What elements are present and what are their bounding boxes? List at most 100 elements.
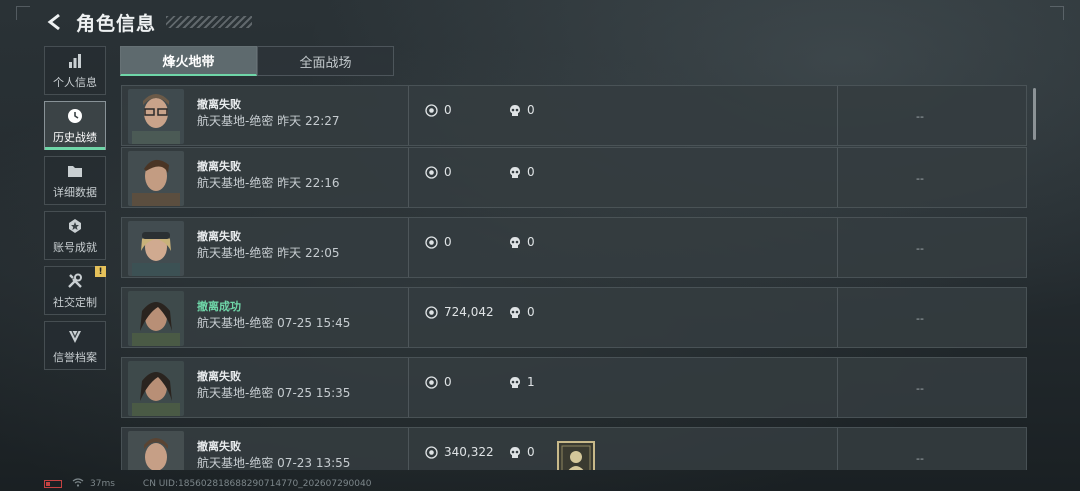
sidebar-item-label: 社交定制 bbox=[53, 295, 97, 309]
back-button[interactable] bbox=[44, 11, 66, 33]
coin-icon bbox=[425, 305, 438, 319]
map-name: 航天基地-绝密 bbox=[197, 456, 274, 470]
tab-allout-warfare[interactable]: 全面战场 bbox=[257, 46, 394, 76]
column-divider bbox=[837, 288, 838, 347]
kill-count: 0 bbox=[527, 445, 535, 459]
match-row[interactable]: 撤离失败 航天基地-绝密 07-25 15:35 0 1 -- bbox=[121, 357, 1027, 418]
coin-icon bbox=[425, 445, 438, 459]
map-and-time: 航天基地-绝密 07-25 15:35 bbox=[197, 384, 350, 401]
clock-icon bbox=[66, 107, 84, 125]
match-time: 07-23 13:55 bbox=[277, 456, 351, 470]
match-row[interactable]: 撤离成功 航天基地-绝密 07-25 15:45 724,042 0 -- bbox=[121, 287, 1027, 348]
column-divider bbox=[837, 86, 838, 145]
tab-firezone[interactable]: 烽火地带 bbox=[120, 46, 257, 76]
kill-count: 0 bbox=[527, 305, 535, 319]
skull-icon bbox=[508, 104, 521, 117]
ping-value: 37ms bbox=[90, 479, 115, 489]
rating-value: -- bbox=[916, 382, 924, 395]
frame-corner bbox=[1050, 6, 1064, 20]
skull-icon bbox=[508, 306, 521, 319]
operator-avatar bbox=[128, 89, 184, 144]
kills-stat: 0 bbox=[508, 103, 535, 117]
kill-count: 0 bbox=[527, 103, 535, 117]
extraction-result: 撤离失败 bbox=[197, 98, 241, 111]
column-divider bbox=[837, 358, 838, 417]
value-stat: 0 bbox=[425, 235, 452, 249]
operator-avatar bbox=[128, 221, 184, 276]
loot-value: 724,042 bbox=[444, 305, 494, 319]
match-time: 07-25 15:35 bbox=[277, 386, 351, 400]
title-decoration bbox=[166, 16, 253, 28]
value-stat: 0 bbox=[425, 375, 452, 389]
extraction-result: 撤离失败 bbox=[197, 370, 241, 383]
match-history-list: 撤离失败 航天基地-绝密 昨天 22:27 0 0 -- 撤离失败 航天基地-绝… bbox=[121, 85, 1029, 470]
operator-avatar bbox=[128, 431, 184, 470]
sidebar-item-achievements[interactable]: 账号成就 bbox=[44, 211, 106, 260]
shield-diamond-icon bbox=[66, 327, 84, 345]
rating-value: -- bbox=[916, 172, 924, 185]
sidebar-item-label: 账号成就 bbox=[53, 240, 97, 254]
match-time: 07-25 15:45 bbox=[277, 316, 351, 330]
rating-value: -- bbox=[916, 242, 924, 255]
skull-icon bbox=[508, 236, 521, 249]
map-name: 航天基地-绝密 bbox=[197, 114, 274, 128]
sidebar-item-personal-info[interactable]: 个人信息 bbox=[44, 46, 106, 95]
map-and-time: 航天基地-绝密 07-25 15:45 bbox=[197, 314, 350, 331]
kills-stat: 1 bbox=[508, 375, 535, 389]
map-name: 航天基地-绝密 bbox=[197, 246, 274, 260]
sidebar: 个人信息 历史战绩 详细数据 账号成就 ! 社交定制 信誉档案 bbox=[44, 46, 106, 376]
skull-icon bbox=[508, 446, 521, 459]
column-divider bbox=[408, 358, 409, 417]
header: 角色信息 bbox=[44, 8, 253, 36]
notification-badge: ! bbox=[95, 266, 106, 277]
map-and-time: 航天基地-绝密 昨天 22:16 bbox=[197, 174, 340, 191]
map-name: 航天基地-绝密 bbox=[197, 316, 274, 330]
tools-icon bbox=[66, 272, 84, 290]
back-arrow-icon bbox=[47, 13, 60, 31]
coin-icon bbox=[425, 235, 438, 249]
medal-icon bbox=[66, 217, 84, 235]
rank-emblem-icon bbox=[556, 440, 596, 470]
rating-value: -- bbox=[916, 110, 924, 123]
match-row[interactable]: 撤离失败 航天基地-绝密 07-23 13:55 340,322 0 -- bbox=[121, 427, 1027, 470]
battery-icon bbox=[44, 480, 62, 488]
loot-value: 0 bbox=[444, 375, 452, 389]
extraction-result: 撤离失败 bbox=[197, 230, 241, 243]
kills-stat: 0 bbox=[508, 445, 535, 459]
sidebar-item-history[interactable]: 历史战绩 bbox=[44, 101, 106, 150]
coin-icon bbox=[425, 375, 438, 389]
match-time: 昨天 22:05 bbox=[277, 246, 340, 260]
kill-count: 0 bbox=[527, 165, 535, 179]
operator-avatar bbox=[128, 151, 184, 206]
match-row[interactable]: 撤离失败 航天基地-绝密 昨天 22:05 0 0 -- bbox=[121, 217, 1027, 278]
operator-avatar bbox=[128, 361, 184, 416]
sidebar-item-detailed-data[interactable]: 详细数据 bbox=[44, 156, 106, 205]
list-scrollbar[interactable] bbox=[1033, 88, 1036, 140]
sidebar-item-label: 详细数据 bbox=[53, 185, 97, 199]
value-stat: 0 bbox=[425, 103, 452, 117]
kills-stat: 0 bbox=[508, 165, 535, 179]
map-name: 航天基地-绝密 bbox=[197, 386, 274, 400]
rating-value: -- bbox=[916, 452, 924, 465]
match-row[interactable]: 撤离失败 航天基地-绝密 昨天 22:16 0 0 -- bbox=[121, 147, 1027, 208]
extraction-result: 撤离成功 bbox=[197, 300, 241, 313]
folder-icon bbox=[66, 162, 84, 180]
map-and-time: 航天基地-绝密 昨天 22:05 bbox=[197, 244, 340, 261]
extraction-result: 撤离失败 bbox=[197, 440, 241, 453]
skull-icon bbox=[508, 376, 521, 389]
frame-corner bbox=[16, 6, 30, 20]
column-divider bbox=[837, 148, 838, 207]
kill-count: 1 bbox=[527, 375, 535, 389]
coin-icon bbox=[425, 165, 438, 179]
bar-chart-icon bbox=[66, 52, 84, 70]
value-stat: 0 bbox=[425, 165, 452, 179]
map-and-time: 航天基地-绝密 07-23 13:55 bbox=[197, 454, 350, 470]
match-time: 昨天 22:16 bbox=[277, 176, 340, 190]
sidebar-item-label: 信誉档案 bbox=[53, 350, 97, 364]
loot-value: 0 bbox=[444, 235, 452, 249]
column-divider bbox=[408, 288, 409, 347]
sidebar-item-social-custom[interactable]: ! 社交定制 bbox=[44, 266, 106, 315]
status-bar: 37ms CN UID:1856028186882907147​70_20260… bbox=[44, 478, 371, 490]
match-row[interactable]: 撤离失败 航天基地-绝密 昨天 22:27 0 0 -- bbox=[121, 85, 1027, 146]
sidebar-item-reputation[interactable]: 信誉档案 bbox=[44, 321, 106, 370]
